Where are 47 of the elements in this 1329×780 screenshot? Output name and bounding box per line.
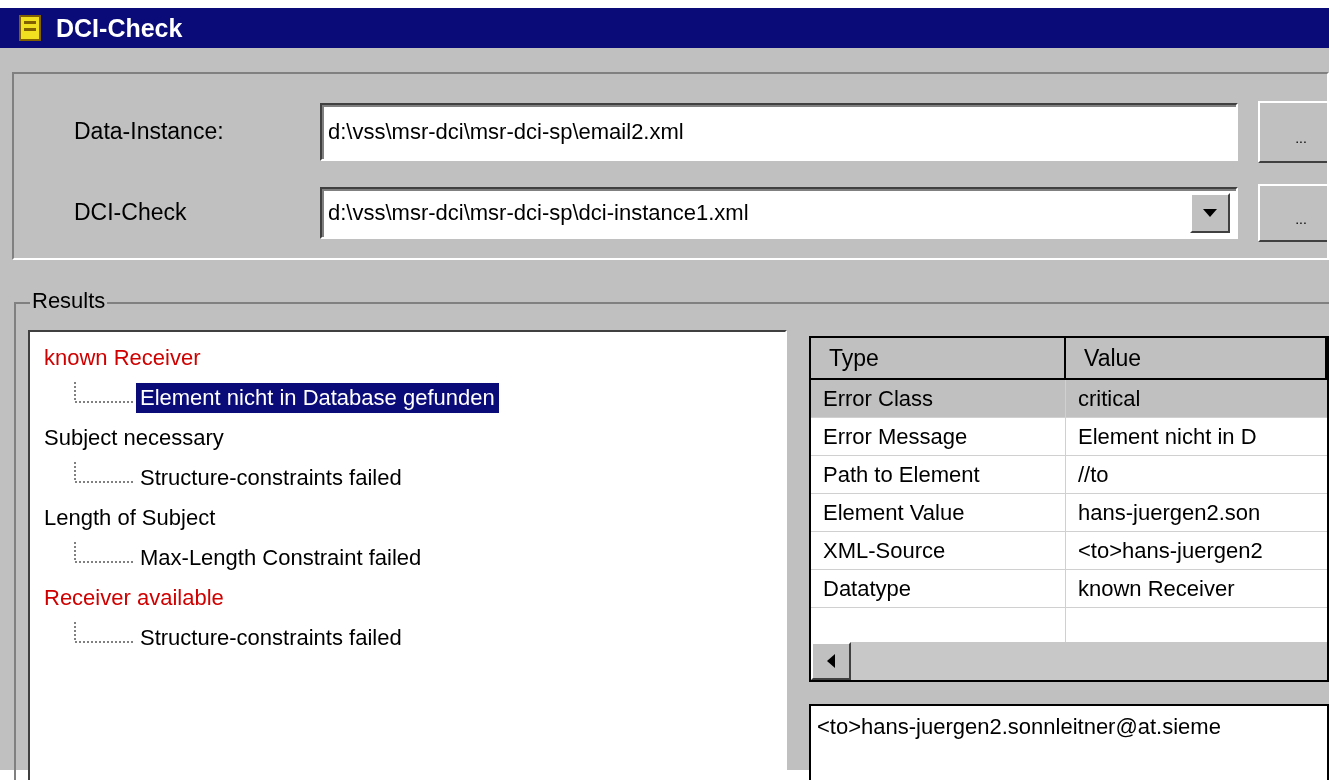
- tree-item[interactable]: Element nicht in Database gefunden: [136, 383, 499, 413]
- source-text-box[interactable]: <to>hans-juergen2.sonnleitner@at.sieme: [809, 704, 1329, 780]
- table-cell: XML-Source: [811, 532, 1066, 569]
- table-cell: Datatype: [811, 570, 1066, 607]
- table-row[interactable]: Datatype known Receiver: [811, 570, 1327, 608]
- table-row[interactable]: Error Class critical: [811, 380, 1327, 418]
- table-cell: Element Value: [811, 494, 1066, 531]
- dropdown-button[interactable]: [1190, 192, 1230, 233]
- table-cell-text: //to: [1077, 460, 1110, 489]
- table-cell-text: Element nicht in D: [1077, 422, 1258, 451]
- caret-icon: [1203, 208, 1217, 217]
- table-cell-text: hans-juergen2.son: [1077, 498, 1262, 527]
- table-row[interactable]: Path to Element //to: [811, 456, 1327, 494]
- combo-box[interactable]: d:\vss\msr-dci\msr-dci-sp\dci-instance1.xml: [320, 186, 1238, 239]
- input-field[interactable]: d:\vss\msr-dci\msr-dci-sp\email2.xml: [320, 102, 1238, 161]
- source-text: <to>hans-juergen2.sonnleitner@at.sieme: [817, 714, 1221, 739]
- tree-item[interactable]: Receiver available: [44, 578, 224, 618]
- notepad-icon: [18, 14, 42, 42]
- tree-connector: [74, 622, 134, 644]
- table-cell-text: known Receiver: [1077, 574, 1236, 603]
- tree-connector: [74, 382, 134, 404]
- browse-button[interactable]: ...: [1258, 100, 1329, 163]
- window-title: DCI-Check: [56, 13, 183, 43]
- table-cell-text: critical: [1077, 384, 1142, 413]
- table-cell-text: <to>hans-juergen2: [1077, 536, 1264, 565]
- tree-item[interactable]: Max-Length Constraint failed: [136, 543, 426, 573]
- tree-connector: [74, 542, 134, 564]
- tree-item[interactable]: Structure-constraints failed: [136, 623, 406, 653]
- tree-item[interactable]: Subject necessary: [44, 418, 224, 458]
- table-row[interactable]: XML-Source <to>hans-juergen2: [811, 532, 1327, 570]
- left-arrow-icon: [827, 654, 835, 668]
- table-cell: Path to Element: [811, 456, 1066, 493]
- field-label: Data-Instance:: [73, 118, 225, 145]
- table-row[interactable]: Error Message Element nicht in D: [811, 418, 1327, 456]
- tree-item[interactable]: Structure-constraints failed: [136, 463, 406, 493]
- column-header[interactable]: Value: [1066, 338, 1327, 378]
- tree-item[interactable]: Length of Subject: [44, 498, 216, 538]
- scrollbar[interactable]: [811, 642, 1327, 680]
- browse-button[interactable]: ...: [1258, 183, 1329, 242]
- scroll-left-button[interactable]: [811, 642, 851, 680]
- field-label: DCI-Check: [73, 199, 188, 226]
- table-row[interactable]: Element Value hans-juergen2.son: [811, 494, 1327, 532]
- tree-item[interactable]: known Receiver: [44, 338, 201, 378]
- column-header[interactable]: Type: [811, 338, 1066, 378]
- table-cell: Error Message: [811, 418, 1066, 455]
- table-cell: Error Class: [811, 380, 1066, 417]
- tree-connector: [74, 462, 134, 484]
